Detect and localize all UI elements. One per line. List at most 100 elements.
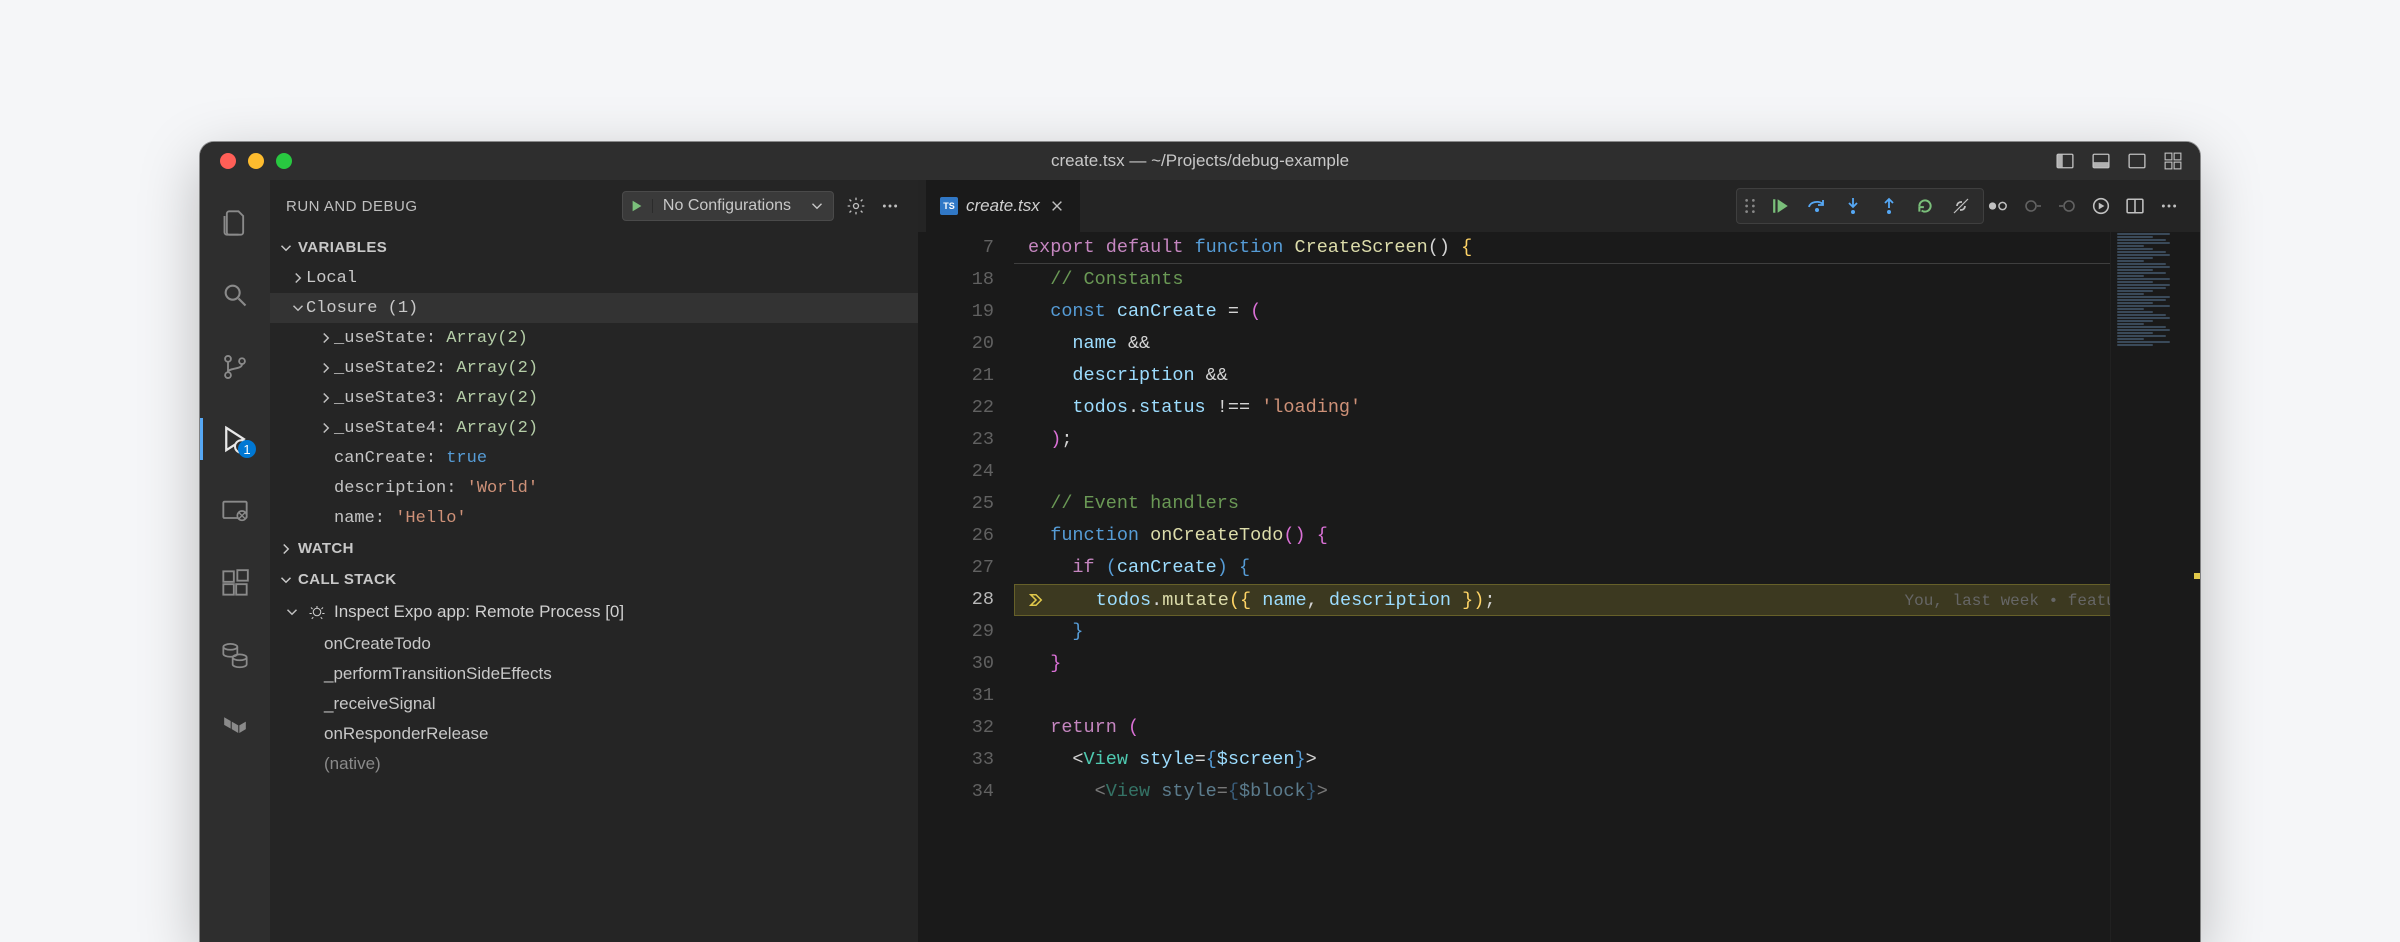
debug-more-button[interactable] — [878, 197, 902, 215]
titlebar-layout-controls — [2054, 150, 2184, 172]
step-into-button[interactable] — [1837, 190, 1869, 222]
window-title: create.tsx — ~/Projects/debug-example — [1051, 151, 1349, 171]
gear-icon — [846, 196, 866, 216]
nav-forward-button[interactable] — [2058, 199, 2076, 213]
activity-remote-explorer[interactable] — [200, 478, 270, 544]
code-area[interactable]: 7 18 19 20 21 22 23 24 25 26 27 28 29 30… — [918, 232, 2200, 942]
var-row[interactable]: _useState: Array(2) — [270, 323, 918, 353]
line-gutter[interactable]: 7 18 19 20 21 22 23 24 25 26 27 28 29 30… — [918, 232, 1014, 942]
line-number[interactable]: 32 — [918, 712, 994, 744]
editor-tab[interactable]: TS create.tsx — [926, 180, 1080, 232]
line-number[interactable]: 21 — [918, 360, 994, 392]
line-number[interactable]: 18 — [918, 264, 994, 296]
open-launch-json-button[interactable] — [844, 196, 868, 216]
line-number[interactable]: 27 — [918, 552, 994, 584]
line-number[interactable]: 31 — [918, 680, 994, 712]
line-number[interactable]: 26 — [918, 520, 994, 552]
callstack-process[interactable]: Inspect Expo app: Remote Process [0] — [270, 595, 918, 629]
stack-frame[interactable]: onCreateTodo — [270, 629, 918, 659]
close-tab-button[interactable] — [1048, 199, 1066, 213]
continue-button[interactable] — [1765, 190, 1797, 222]
variables-section-header[interactable]: Variables — [270, 232, 918, 263]
debug-config-select[interactable]: No Configurations — [622, 191, 834, 221]
callstack-label: Call Stack — [298, 571, 396, 588]
chevron-right-icon — [318, 332, 334, 344]
debug-toolbar[interactable] — [1736, 188, 1984, 224]
stack-frame[interactable]: onResponderRelease — [270, 719, 918, 749]
line-number[interactable]: 33 — [918, 744, 994, 776]
line-number[interactable]: 19 — [918, 296, 994, 328]
activity-terraform[interactable] — [200, 694, 270, 760]
var-row[interactable]: name: 'Hello' — [270, 503, 918, 533]
toggle-primary-sidebar-icon[interactable] — [2054, 150, 2076, 172]
line-number[interactable]: 25 — [918, 488, 994, 520]
nav-back-button[interactable] — [2024, 199, 2042, 213]
var-row[interactable]: _useState2: Array(2) — [270, 353, 918, 383]
activity-search[interactable] — [200, 262, 270, 328]
activity-source-control[interactable] — [200, 334, 270, 400]
activity-extensions[interactable] — [200, 550, 270, 616]
run-button[interactable] — [2092, 197, 2110, 215]
sidebar-title: Run and Debug — [286, 198, 612, 215]
split-icon — [2126, 197, 2144, 215]
debug-badge: 1 — [238, 440, 256, 458]
scope-closure[interactable]: Closure (1) — [270, 293, 918, 323]
stack-frame[interactable]: _receiveSignal — [270, 689, 918, 719]
watch-section-header[interactable]: Watch — [270, 533, 918, 564]
chevron-down-icon — [290, 302, 306, 314]
play-icon — [630, 199, 644, 213]
scope-label: Local — [306, 269, 357, 288]
close-window-button[interactable] — [220, 153, 236, 169]
zoom-window-button[interactable] — [276, 153, 292, 169]
line-number[interactable]: 28 — [918, 584, 994, 616]
line-number[interactable]: 24 — [918, 456, 994, 488]
breakpoint-toggle-button[interactable] — [1988, 198, 2008, 214]
start-debug-button[interactable] — [623, 199, 653, 213]
line-number[interactable]: 30 — [918, 648, 994, 680]
code-content[interactable]: export default function CreateScreen() {… — [1014, 232, 2200, 942]
callstack-section-header[interactable]: Call Stack — [270, 564, 918, 595]
chevron-right-icon — [290, 272, 306, 284]
vscode-window: create.tsx — ~/Projects/debug-example 1 — [200, 142, 2200, 942]
line-number[interactable]: 22 — [918, 392, 994, 424]
minimap-highlight — [2194, 573, 2200, 579]
search-icon — [221, 281, 249, 309]
split-editor-button[interactable] — [2126, 197, 2144, 215]
restart-button[interactable] — [1909, 190, 1941, 222]
circle-left-icon — [2024, 199, 2042, 213]
var-row[interactable]: canCreate: true — [270, 443, 918, 473]
exec-inline-icon — [1029, 593, 1043, 607]
line-number[interactable]: 20 — [918, 328, 994, 360]
line-number[interactable]: 7 — [918, 232, 994, 264]
chevron-right-icon — [318, 362, 334, 374]
disconnect-button[interactable] — [1945, 190, 1977, 222]
git-branch-icon — [221, 353, 249, 381]
var-row[interactable]: _useState4: Array(2) — [270, 413, 918, 443]
chevron-right-icon — [318, 422, 334, 434]
step-over-button[interactable] — [1801, 190, 1833, 222]
scope-local[interactable]: Local — [270, 263, 918, 293]
activity-db[interactable] — [200, 622, 270, 688]
drag-handle-icon[interactable] — [1743, 197, 1757, 215]
customize-layout-icon[interactable] — [2162, 150, 2184, 172]
var-row[interactable]: _useState3: Array(2) — [270, 383, 918, 413]
line-number[interactable]: 34 — [918, 776, 994, 808]
stack-frame[interactable]: (native) — [270, 749, 918, 779]
minimize-window-button[interactable] — [248, 153, 264, 169]
activity-run-debug[interactable]: 1 — [200, 406, 270, 472]
debug-config-label: No Configurations — [653, 197, 801, 215]
ts-file-icon: TS — [940, 197, 958, 215]
more-icon — [881, 197, 899, 215]
line-number[interactable]: 23 — [918, 424, 994, 456]
toggle-secondary-sidebar-icon[interactable] — [2126, 150, 2148, 172]
editor-more-button[interactable] — [2160, 197, 2178, 215]
stack-frame[interactable]: _performTransitionSideEffects — [270, 659, 918, 689]
activity-explorer[interactable] — [200, 190, 270, 256]
window-body: 1 Run and Debug No Co — [200, 180, 2200, 942]
var-row[interactable]: description: 'World' — [270, 473, 918, 503]
step-out-button[interactable] — [1873, 190, 1905, 222]
titlebar[interactable]: create.tsx — ~/Projects/debug-example — [200, 142, 2200, 180]
toggle-panel-icon[interactable] — [2090, 150, 2112, 172]
minimap[interactable] — [2110, 232, 2200, 942]
line-number[interactable]: 29 — [918, 616, 994, 648]
